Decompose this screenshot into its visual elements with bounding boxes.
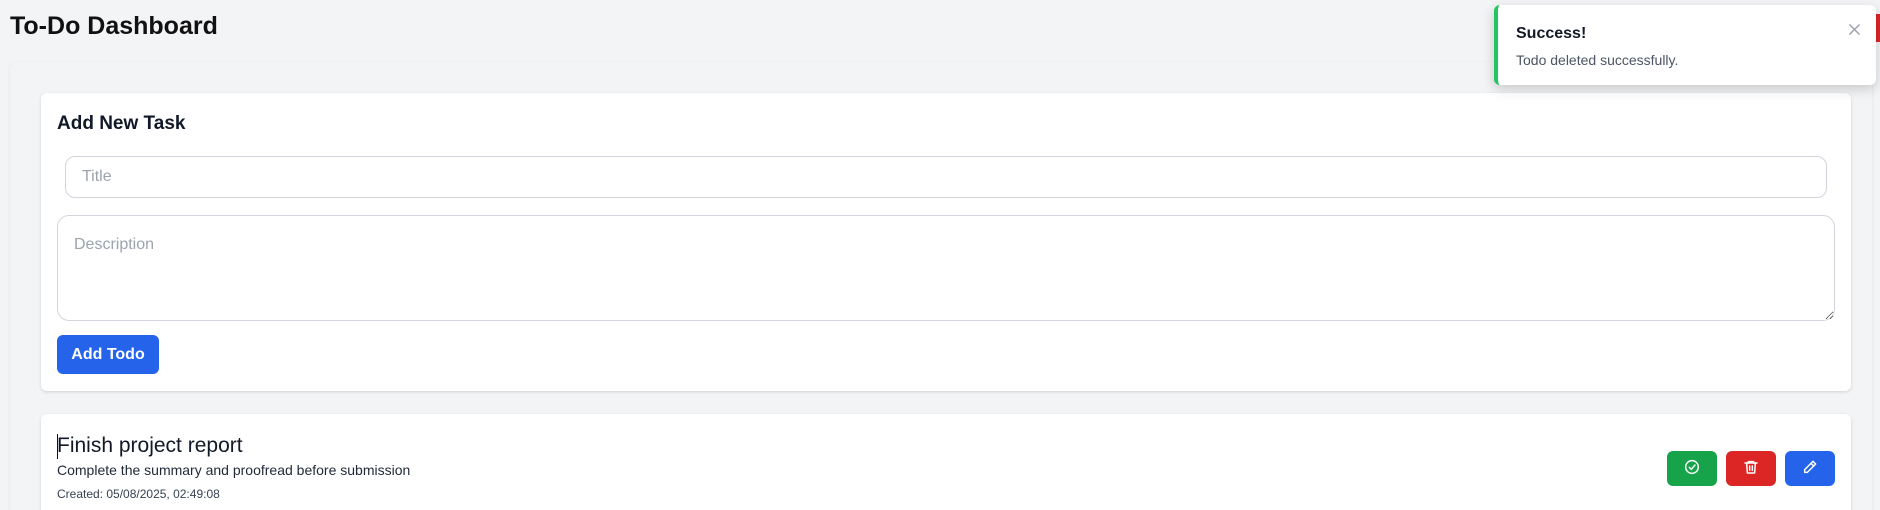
edit-button[interactable] [1785, 451, 1835, 486]
title-input[interactable] [65, 156, 1827, 198]
todo-description: Complete the summary and proofread befor… [57, 462, 411, 478]
add-task-heading: Add New Task [57, 113, 186, 134]
todo-created-date: Created: 05/08/2025, 02:49:08 [57, 487, 220, 501]
pencil-icon [1802, 459, 1818, 478]
description-input[interactable] [57, 215, 1835, 321]
add-task-form: Add New Task Add Todo [41, 93, 1851, 391]
trash-icon [1743, 459, 1759, 478]
check-circle-icon [1684, 459, 1700, 478]
close-icon[interactable] [1844, 19, 1864, 39]
todo-title: Finish project report [57, 434, 243, 457]
todo-item: Finish project report Complete the summa… [41, 414, 1851, 510]
success-toast: Success! Todo deleted successfully. [1494, 5, 1876, 85]
toast-message: Todo deleted successfully. [1516, 52, 1679, 68]
complete-button[interactable] [1667, 451, 1717, 486]
delete-button[interactable] [1726, 451, 1776, 486]
page-title: To-Do Dashboard [10, 12, 218, 40]
add-todo-button[interactable]: Add Todo [57, 335, 159, 374]
toast-title: Success! [1516, 25, 1587, 42]
